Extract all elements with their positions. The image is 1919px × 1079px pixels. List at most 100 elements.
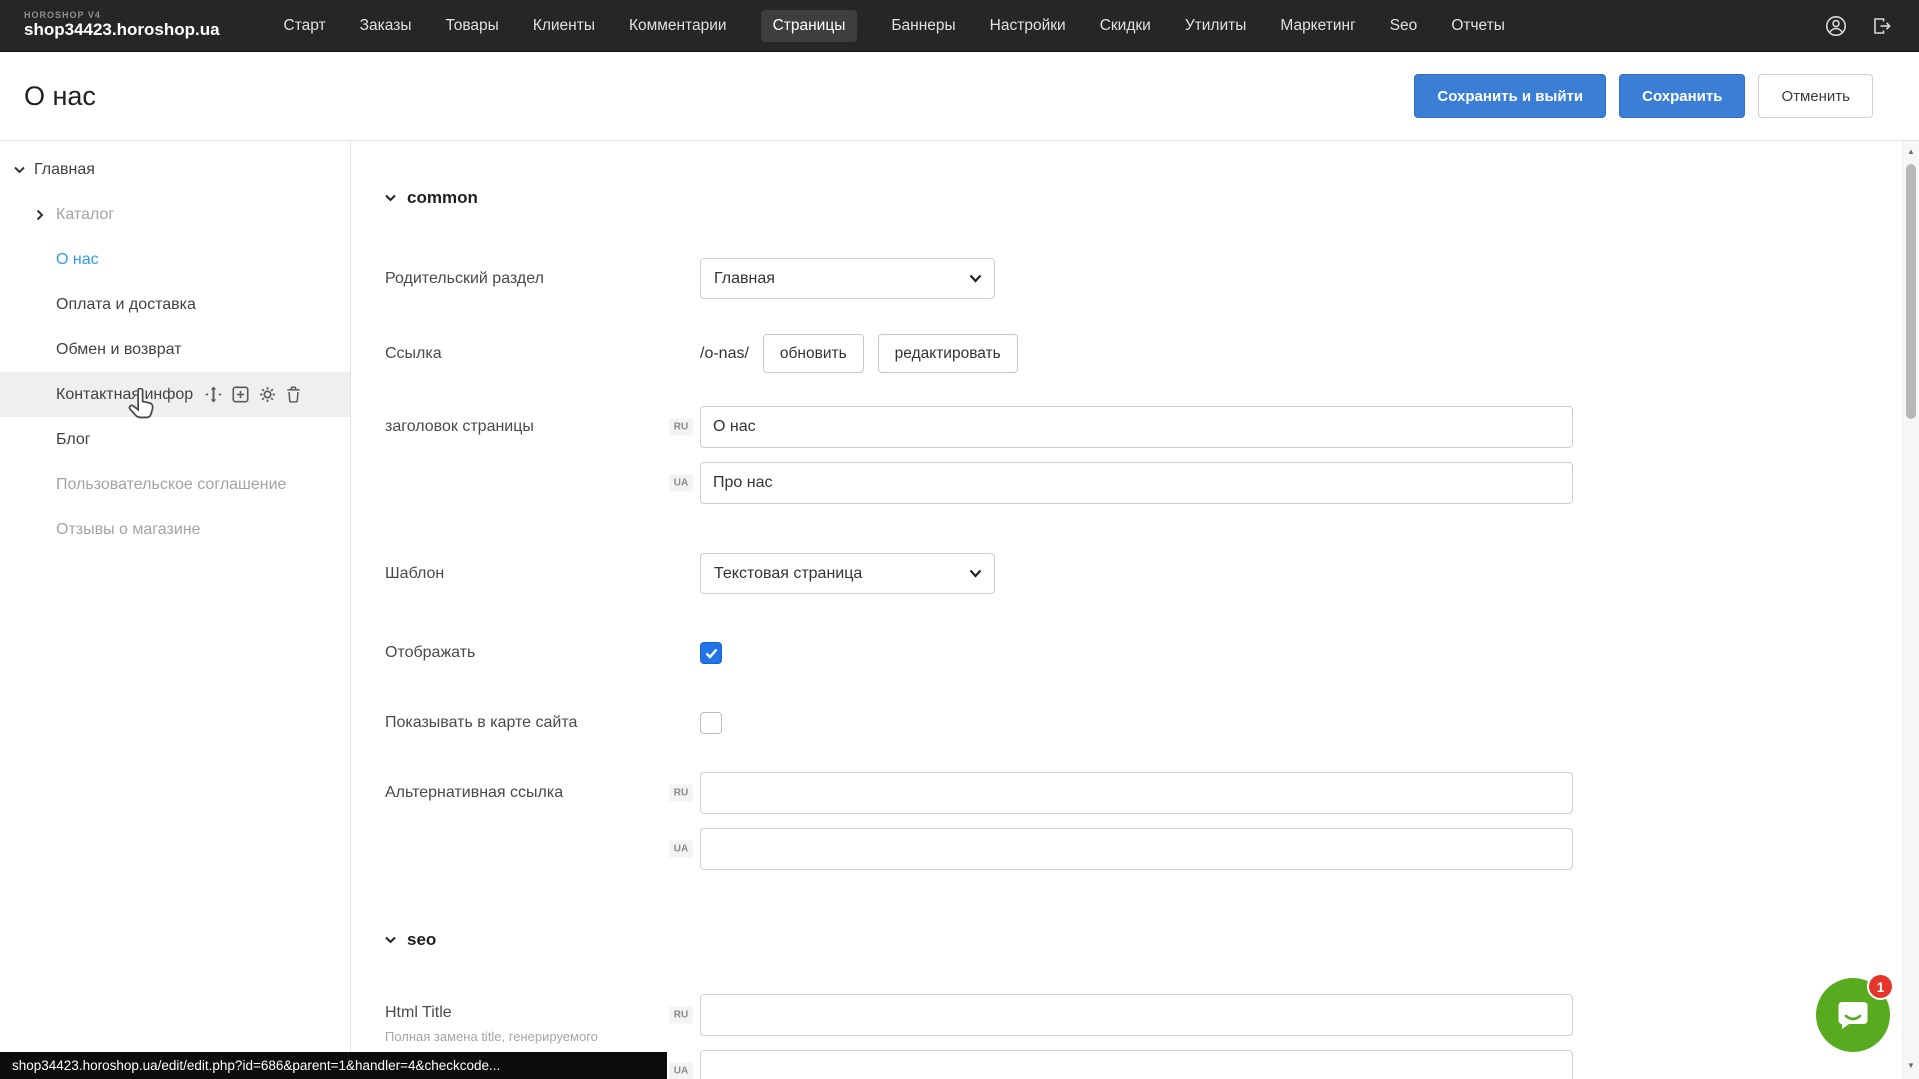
chevron-down-icon (969, 274, 982, 283)
scroll-up-arrow-icon[interactable]: ▲ (1903, 145, 1919, 159)
parent-section-value: Главная (714, 270, 775, 288)
scroll-down-arrow-icon[interactable]: ▼ (1903, 1059, 1919, 1073)
menu-item-banners[interactable]: Баннеры (891, 10, 955, 42)
html-title-ru-input[interactable] (700, 994, 1573, 1036)
menu-item-settings[interactable]: Настройки (990, 10, 1066, 42)
menu-item-utilities[interactable]: Утилиты (1185, 10, 1247, 42)
chevron-down-icon (969, 569, 982, 578)
add-page-icon[interactable] (232, 386, 249, 403)
chevron-down-icon (385, 936, 396, 944)
scrollbar-thumb[interactable] (1906, 164, 1916, 419)
delete-trash-icon[interactable] (286, 386, 301, 403)
parent-section-select[interactable]: Главная (700, 258, 995, 299)
alt-link-label: Альтернативная ссылка (385, 772, 700, 814)
save-and-exit-button[interactable]: Сохранить и выйти (1414, 74, 1606, 118)
page-header: О нас Сохранить и выйти Сохранить Отмени… (0, 52, 1919, 141)
lang-badge-ru: RU (669, 1007, 693, 1024)
tree-item-label: Главная (34, 161, 95, 179)
tree-item-oplata-i-dostavka[interactable]: Оплата и доставка (0, 282, 350, 327)
main-menu: Старт Заказы Товары Клиенты Комментарии … (284, 10, 1505, 42)
chevron-down-icon[interactable] (14, 166, 25, 174)
link-label: Ссылка (385, 345, 700, 363)
template-value: Текстовая страница (714, 565, 862, 583)
field-visible: Отображать (385, 642, 1919, 664)
chevron-down-icon (385, 194, 396, 202)
chat-unread-badge: 1 (1867, 973, 1894, 1000)
visible-label: Отображать (385, 644, 700, 662)
vertical-scrollbar: ▲ ▼ (1902, 141, 1919, 1079)
status-url-bar: shop34423.horoshop.ua/edit/edit.php?id=6… (0, 1052, 667, 1079)
settings-gear-icon[interactable] (259, 386, 276, 403)
tree-item-obmen-i-vozvrat[interactable]: Обмен и возврат (0, 327, 350, 372)
section-seo-header[interactable]: seo (385, 929, 1919, 951)
template-select[interactable]: Текстовая страница (700, 553, 995, 594)
chevron-right-icon[interactable] (36, 209, 44, 220)
html-title-hint: Полная замена title, генерируемого (385, 1029, 688, 1045)
section-seo-label: seo (407, 930, 436, 950)
alt-link-ua-input[interactable] (700, 828, 1573, 870)
page-title-label: заголовок страницы (385, 406, 700, 448)
lang-badge-ru: RU (669, 785, 693, 802)
topbar: HOROSHOP V4 shop34423.horoshop.ua Старт … (0, 0, 1919, 52)
visible-checkbox[interactable] (700, 642, 722, 664)
cancel-button[interactable]: Отменить (1758, 74, 1873, 118)
field-parent-section: Родительский раздел Главная (385, 258, 1919, 299)
tree-item-label: Блог (56, 431, 91, 449)
html-title-label: Html Title (385, 1004, 688, 1022)
field-alt-link: Альтернативная ссылка RU UA (385, 772, 1919, 870)
save-button[interactable]: Сохранить (1619, 74, 1745, 118)
tree-item-label: Каталог (56, 206, 114, 224)
account-icon[interactable] (1825, 15, 1847, 37)
tree-item-label: Контактная инфор (56, 386, 193, 404)
tree-item-label: Оплата и доставка (56, 296, 196, 314)
menu-item-clients[interactable]: Клиенты (533, 10, 595, 42)
lang-badge-ua: UA (669, 475, 693, 492)
tree-item-label: Пользовательское соглашение (56, 476, 286, 494)
field-template: Шаблон Текстовая страница (385, 553, 1919, 594)
link-refresh-button[interactable]: обновить (763, 334, 864, 373)
field-sitemap: Показывать в карте сайта (385, 712, 1919, 734)
tree-item-blog[interactable]: Блог (0, 417, 350, 462)
section-common-header[interactable]: common (385, 187, 1919, 209)
menu-item-marketing[interactable]: Маркетинг (1280, 10, 1355, 42)
lang-badge-ru: RU (669, 419, 693, 436)
parent-section-label: Родительский раздел (385, 270, 700, 288)
chat-widget-button[interactable]: 1 (1816, 978, 1890, 1052)
page-title-ua-input[interactable] (700, 462, 1573, 504)
menu-item-discounts[interactable]: Скидки (1100, 10, 1151, 42)
chat-bubble-icon (1835, 997, 1871, 1033)
checkmark-icon (705, 648, 718, 659)
link-path: /o-nas/ (700, 345, 749, 363)
pages-tree-sidebar: Главная Каталог О нас Оплата и доставка … (0, 141, 351, 1079)
brand-domain: shop34423.horoshop.ua (24, 21, 220, 40)
page-title-ru-input[interactable] (700, 406, 1573, 448)
tree-item-glavnaya[interactable]: Главная (0, 147, 350, 192)
link-edit-button[interactable]: редактировать (878, 334, 1018, 373)
menu-item-seo[interactable]: Seo (1390, 10, 1418, 42)
menu-item-start[interactable]: Старт (284, 10, 326, 42)
alt-link-ru-input[interactable] (700, 772, 1573, 814)
horoshop-admin-page: HOROSHOP V4 shop34423.horoshop.ua Старт … (0, 0, 1919, 1079)
tree-item-label: О нас (56, 251, 99, 269)
lang-badge-ua: UA (669, 841, 693, 858)
sitemap-checkbox[interactable] (700, 712, 722, 734)
field-link: Ссылка /o-nas/ обновить редактировать (385, 334, 1919, 373)
logout-icon[interactable] (1871, 15, 1893, 37)
tree-item-kontaktnaya-infor[interactable]: Контактная инфор (0, 372, 350, 417)
drag-move-icon[interactable] (205, 386, 222, 403)
html-title-ua-input[interactable] (700, 1050, 1573, 1079)
tree-item-katalog[interactable]: Каталог (0, 192, 350, 237)
tree-item-label: Обмен и возврат (56, 341, 181, 359)
lang-badge-ua: UA (669, 1063, 693, 1079)
menu-item-pages[interactable]: Страницы (761, 10, 858, 42)
menu-item-comments[interactable]: Комментарии (629, 10, 727, 42)
menu-item-orders[interactable]: Заказы (360, 10, 412, 42)
menu-item-reports[interactable]: Отчеты (1451, 10, 1505, 42)
brand-logo[interactable]: HOROSHOP V4 shop34423.horoshop.ua (24, 11, 220, 40)
section-common-label: common (407, 188, 478, 208)
sitemap-label: Показывать в карте сайта (385, 714, 700, 732)
tree-item-polzovatelskoe-soglashenie[interactable]: Пользовательское соглашение (0, 462, 350, 507)
menu-item-products[interactable]: Товары (445, 10, 498, 42)
tree-item-o-nas[interactable]: О нас (0, 237, 350, 282)
tree-item-otzyvy-o-magazine[interactable]: Отзывы о магазине (0, 507, 350, 552)
